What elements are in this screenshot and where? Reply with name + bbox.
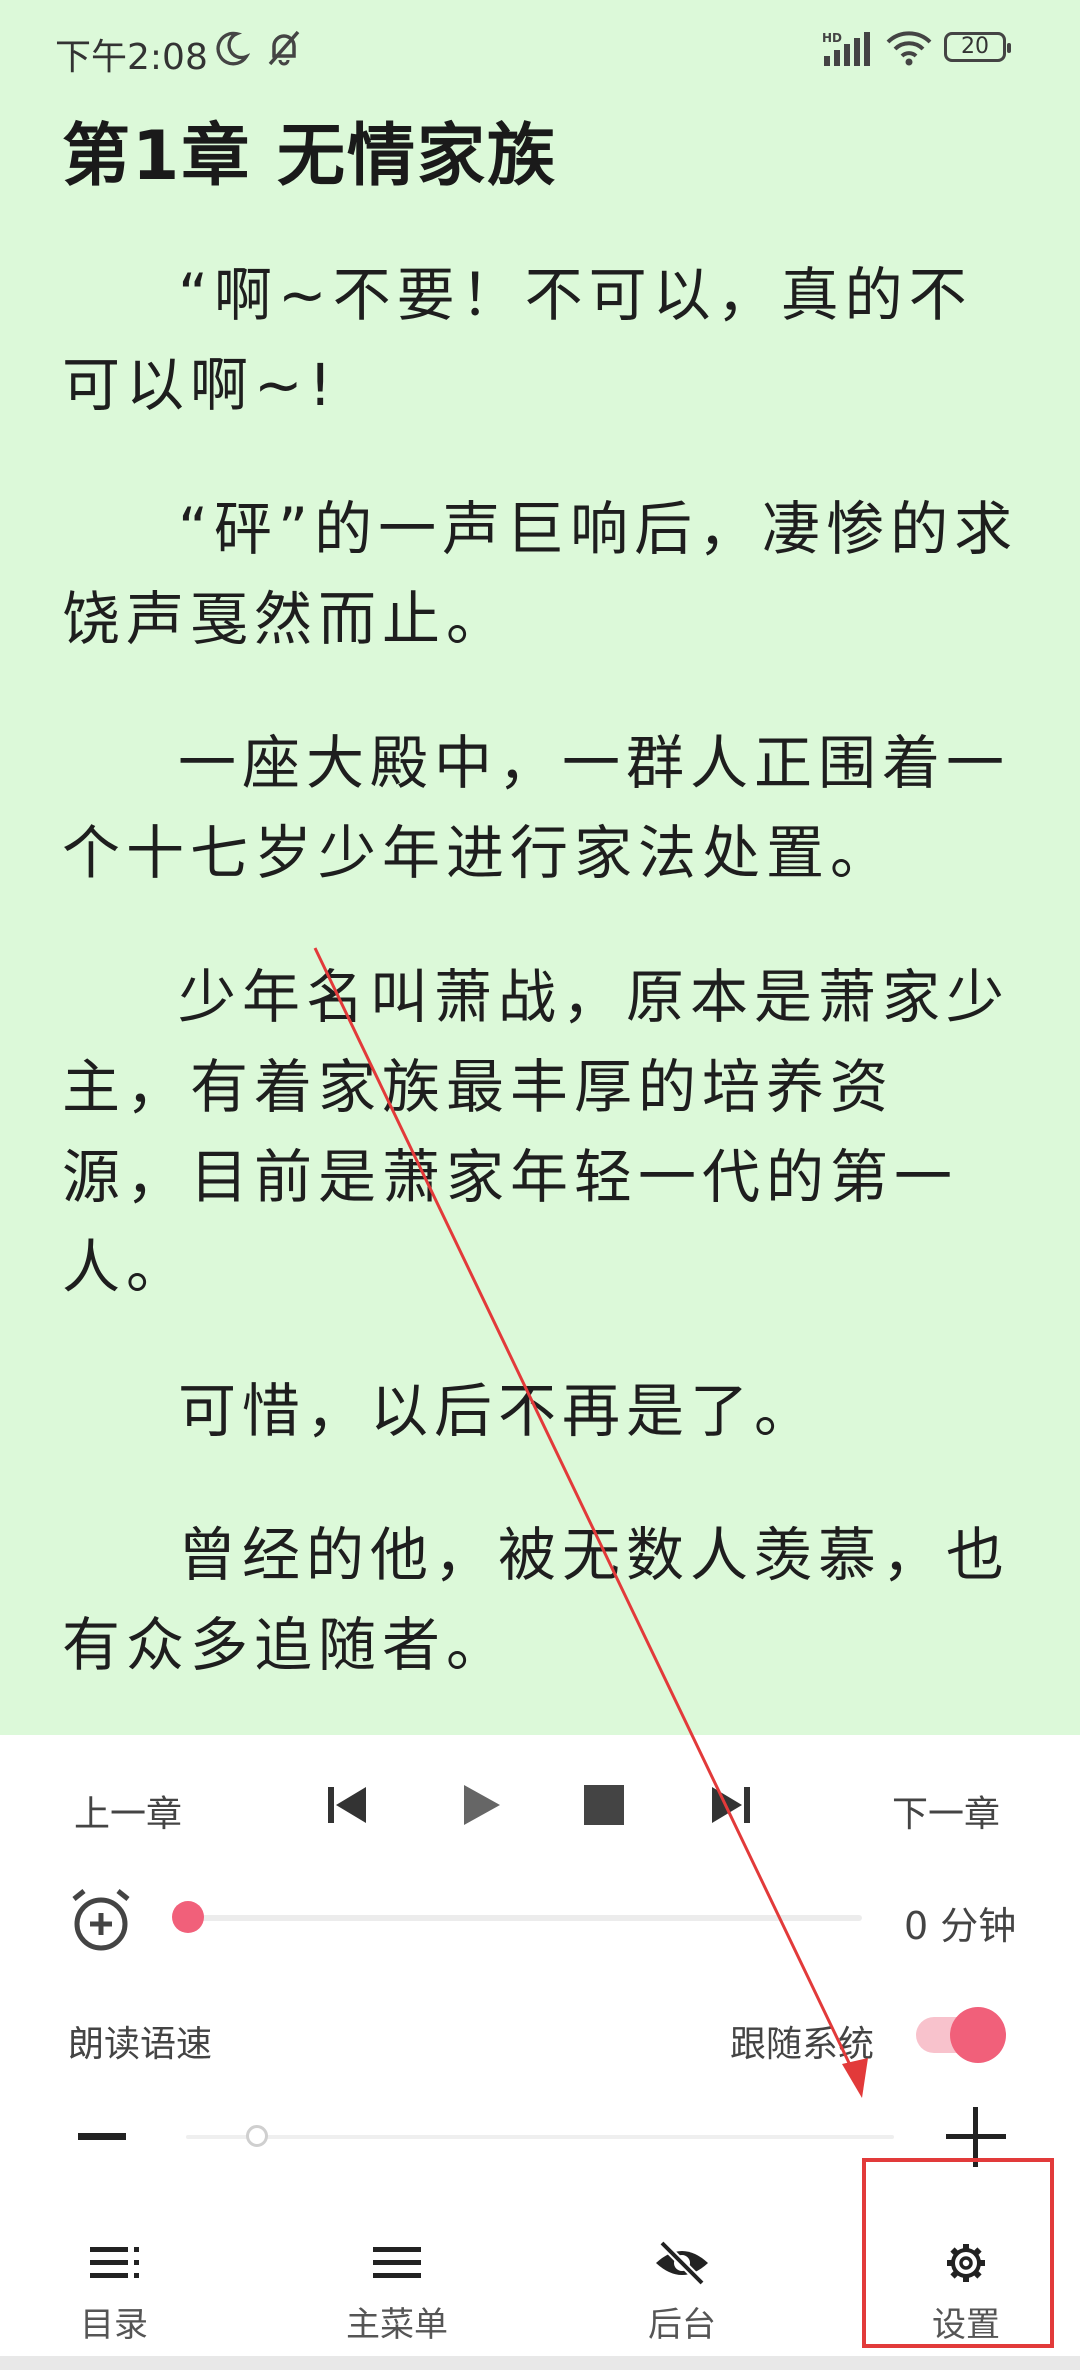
play-button[interactable] [452,1777,508,1833]
timer-slider-thumb[interactable] [172,1901,204,1933]
gesture-bar [0,2356,1080,2370]
alarm-add-icon[interactable] [68,1885,134,1955]
timer-value: 0 分钟 [904,1904,1017,1948]
hd-signal-icon: HD [822,31,870,66]
follow-system-toggle[interactable] [916,2007,1006,2063]
timer-slider[interactable] [172,1901,862,1933]
skip-first-icon [328,1787,366,1823]
tab-background-label: 后台 [648,2305,716,2345]
speed-slider-thumb[interactable] [245,2125,268,2147]
list-icon [90,2247,139,2278]
paragraph: “砰”的一声巨响后，凄惨的求饶声戛然而止。 [62,495,1019,653]
play-icon [464,1785,500,1825]
paragraph: 一座大殿中，一群人正围着一个十七岁少年进行家法处置。 [62,729,1011,887]
skip-last-icon [712,1787,750,1823]
reader-page[interactable]: 下午2:08 HD 20 第1章 无情家族 “啊~不要！不可以，真的不可以啊~!… [0,0,1080,1735]
menu-icon [373,2247,421,2278]
stop-icon [584,1785,624,1825]
battery-icon: 20 [944,32,1011,62]
follow-system-label: 跟随系统 [730,2024,875,2065]
battery-level: 20 [961,34,989,59]
chapter-title: 第1章 无情家族 [62,117,557,196]
moon-icon [216,31,250,66]
tab-toc-label: 目录 [80,2305,148,2345]
minus-icon[interactable] [78,2133,126,2141]
tab-main-menu-label: 主菜单 [346,2305,448,2345]
speed-label: 朗读语速 [68,2024,213,2065]
wifi-icon [886,31,932,66]
bell-off-icon [268,30,300,66]
svg-text:HD: HD [822,31,842,45]
stop-button[interactable] [576,1777,632,1833]
paragraph: “啊~不要！不可以，真的不可以啊~! [62,261,973,419]
paragraph: 曾经的他，被无数人羡慕，也有众多追随者。 [62,1521,1011,1679]
status-bar: 下午2:08 HD 20 [0,0,1080,100]
next-chapter-button[interactable]: 下一章 [892,1785,1000,1837]
toggle-knob [950,2007,1006,2063]
status-time: 下午2:08 [55,37,208,78]
speed-slider[interactable] [186,2125,894,2147]
skip-last-button[interactable] [702,1777,758,1833]
prev-chapter-button[interactable]: 上一章 [74,1785,182,1837]
skip-first-button[interactable] [320,1777,376,1833]
tab-main-menu[interactable]: 主菜单 [297,2177,497,2347]
paragraph: 可惜，以后不再是了。 [178,1377,819,1445]
highlight-box [862,2158,1054,2348]
paragraph: 少年名叫萧战，原本是萧家少主，有着家族最丰厚的培养资源，目前是萧家年轻一代的第一… [62,963,1011,1301]
tab-toc[interactable]: 目录 [14,2177,214,2347]
chapter-content: “啊~不要！不可以，真的不可以啊~! “砰”的一声巨响后，凄惨的求饶声戛然而止。… [62,250,1020,1735]
tab-background[interactable]: 后台 [582,2177,782,2347]
eye-off-icon [656,2240,708,2286]
